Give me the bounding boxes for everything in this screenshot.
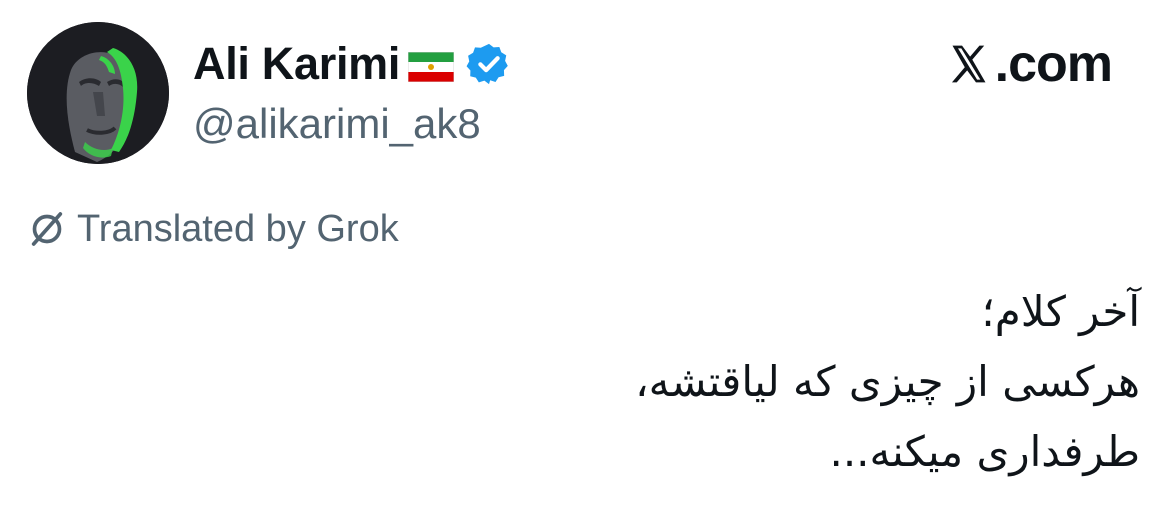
translated-label: Translated by Grok [77,207,399,250]
translated-by-grok[interactable]: Translated by Grok [27,204,399,254]
author-handle[interactable]: @alikarimi_ak8 [193,100,481,148]
grok-icon [31,212,63,246]
tweet-line: هرکسی از چیزی که لیاقتشه، [635,357,1140,406]
brand-text: .com [994,35,1113,93]
tweet-text: آخر کلام؛ هرکسی از چیزی که لیاقتشه، طرفد… [140,277,1140,487]
portrait-avatar-icon [27,22,169,164]
display-name[interactable]: Ali Karimi [193,38,400,90]
avatar[interactable] [27,22,169,164]
tweet-line: طرفداری میکنه... [829,427,1140,476]
x-logo-icon [951,45,986,83]
brand-watermark: .com [947,34,1113,94]
author-name-row[interactable]: Ali Karimi [193,36,512,92]
tweet-line: آخر کلام؛ [981,287,1140,336]
verified-badge-icon[interactable] [466,41,512,87]
iran-flag-icon [407,51,455,83]
